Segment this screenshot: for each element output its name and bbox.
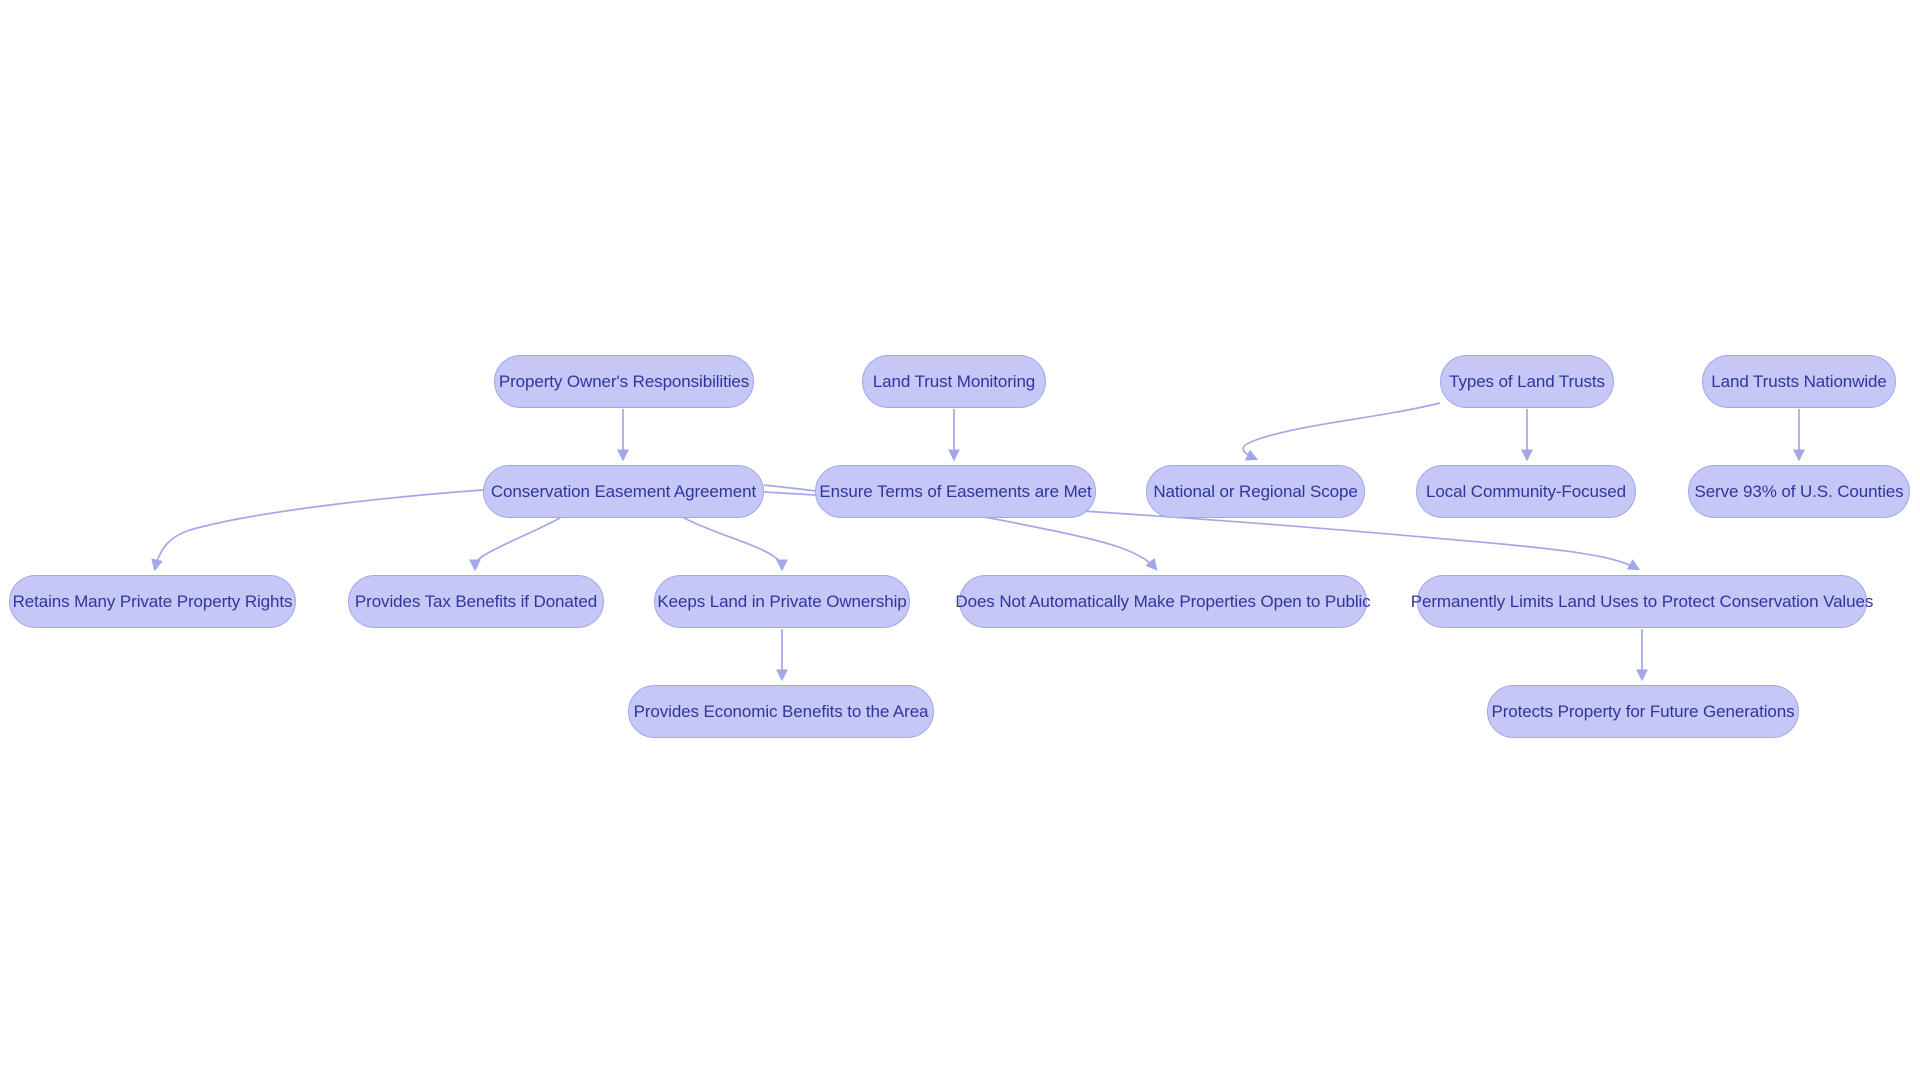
node-label: Ensure Terms of Easements are Met bbox=[819, 482, 1092, 501]
node-label: Types of Land Trusts bbox=[1449, 372, 1605, 391]
node-label: Provides Economic Benefits to the Area bbox=[633, 702, 929, 721]
node-label: Land Trust Monitoring bbox=[872, 372, 1036, 391]
edge-types-of-land-trusts-to-national-or-regional-scope bbox=[1242, 402, 1441, 461]
edge-layer bbox=[151, 402, 1805, 682]
node-land-trust-monitoring[interactable]: Land Trust Monitoring bbox=[862, 355, 1046, 408]
node-serve-93-percent-of-us-counties[interactable]: Serve 93% of U.S. Counties bbox=[1688, 465, 1910, 518]
node-local-community-focused[interactable]: Local Community-Focused bbox=[1416, 465, 1636, 518]
node-land-trusts-nationwide[interactable]: Land Trusts Nationwide bbox=[1702, 355, 1896, 408]
edge-conservation-easement-agreement-to-provides-tax-benefits-if-donated bbox=[469, 517, 561, 572]
node-label: Keeps Land in Private Ownership bbox=[657, 592, 907, 611]
node-does-not-automatically-make-properties-open-to-public[interactable]: Does Not Automatically Make Properties O… bbox=[955, 575, 1371, 628]
node-keeps-land-in-private-ownership[interactable]: Keeps Land in Private Ownership bbox=[654, 575, 910, 628]
node-label: Local Community-Focused bbox=[1426, 482, 1626, 501]
edge-conservation-easement-agreement-to-retains-many-private-property-rights bbox=[151, 489, 484, 572]
node-label: Does Not Automatically Make Properties O… bbox=[955, 592, 1371, 611]
node-provides-tax-benefits-if-donated[interactable]: Provides Tax Benefits if Donated bbox=[348, 575, 604, 628]
node-protects-property-for-future-generations[interactable]: Protects Property for Future Generations bbox=[1487, 685, 1799, 738]
node-property-owners-responsibilities[interactable]: Property Owner's Responsibilities bbox=[494, 355, 754, 408]
node-label: Protects Property for Future Generations bbox=[1491, 702, 1795, 721]
node-label: Property Owner's Responsibilities bbox=[498, 372, 750, 391]
node-retains-many-private-property-rights[interactable]: Retains Many Private Property Rights bbox=[9, 575, 296, 628]
node-national-or-regional-scope[interactable]: National or Regional Scope bbox=[1146, 465, 1365, 518]
node-label: Serve 93% of U.S. Counties bbox=[1694, 482, 1904, 501]
node-types-of-land-trusts[interactable]: Types of Land Trusts bbox=[1440, 355, 1614, 408]
node-conservation-easement-agreement[interactable]: Conservation Easement Agreement bbox=[483, 465, 764, 518]
node-label: National or Regional Scope bbox=[1153, 482, 1358, 501]
node-label: Provides Tax Benefits if Donated bbox=[354, 592, 598, 611]
node-label: Conservation Easement Agreement bbox=[490, 482, 757, 501]
node-ensure-terms-of-easements-are-met[interactable]: Ensure Terms of Easements are Met bbox=[815, 465, 1096, 518]
node-permanently-limits-land-uses-to-protect-conservation-values[interactable]: Permanently Limits Land Uses to Protect … bbox=[1411, 575, 1873, 628]
node-label: Land Trusts Nationwide bbox=[1711, 372, 1887, 391]
edge-conservation-easement-agreement-to-keeps-land-in-private-ownership bbox=[683, 517, 788, 572]
node-provides-economic-benefits-to-the-area[interactable]: Provides Economic Benefits to the Area bbox=[628, 685, 934, 738]
node-label: Retains Many Private Property Rights bbox=[12, 592, 293, 611]
flowchart-canvas: Property Owner's Responsibilities Land T… bbox=[0, 0, 1920, 1080]
node-label: Permanently Limits Land Uses to Protect … bbox=[1410, 592, 1874, 611]
